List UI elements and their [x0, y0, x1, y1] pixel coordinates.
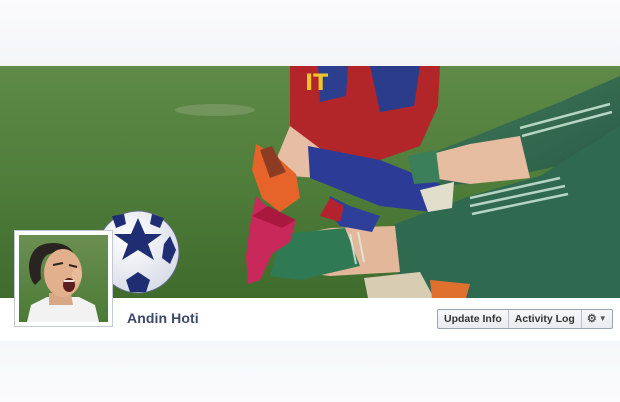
activity-log-button[interactable]: Activity Log [509, 310, 582, 328]
profile-actions: Update Info Activity Log ⚙ ▼ [437, 309, 613, 329]
profile-name[interactable]: Andin Hoti [127, 310, 199, 326]
settings-dropdown-button[interactable]: ⚙ ▼ [582, 310, 612, 328]
profile-photo [19, 235, 108, 322]
profile-picture[interactable] [14, 230, 113, 327]
gear-icon: ⚙ [586, 313, 597, 325]
top-band [0, 0, 620, 66]
bottom-band [0, 341, 620, 402]
jersey-number: IT [305, 71, 328, 96]
caret-down-icon: ▼ [598, 314, 607, 323]
update-info-button[interactable]: Update Info [438, 310, 509, 328]
